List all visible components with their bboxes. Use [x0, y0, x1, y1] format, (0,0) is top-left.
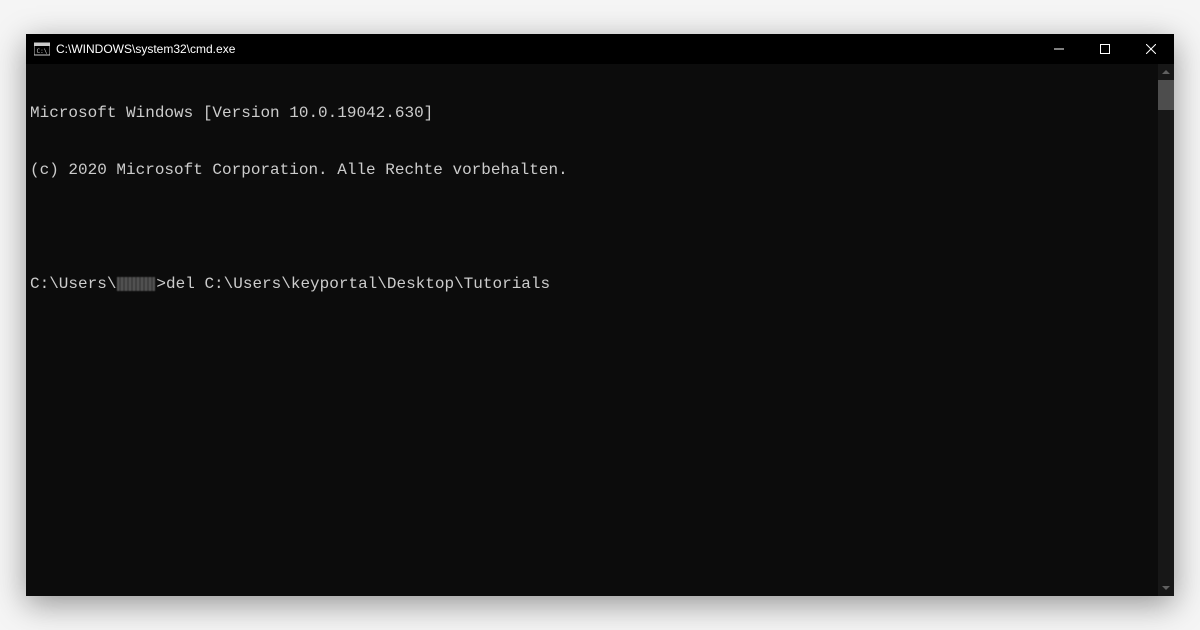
- prompt-suffix: >: [156, 275, 166, 293]
- scroll-track[interactable]: [1158, 80, 1174, 580]
- cmd-window: C:\ C:\WINDOWS\system32\cmd.exe Microsof…: [26, 34, 1174, 596]
- version-line: Microsoft Windows [Version 10.0.19042.63…: [30, 104, 1170, 123]
- blank-line: [30, 218, 1170, 237]
- prompt-prefix: C:\Users\: [30, 275, 116, 293]
- copyright-line: (c) 2020 Microsoft Corporation. Alle Rec…: [30, 161, 1170, 180]
- redacted-username: [117, 277, 155, 291]
- prompt-line: C:\Users\ >del C:\Users\keyportal\Desktop…: [30, 275, 1170, 294]
- vertical-scrollbar[interactable]: [1158, 64, 1174, 596]
- close-button[interactable]: [1128, 34, 1174, 64]
- command-text: del C:\Users\keyportal\Desktop\Tutorials: [166, 275, 550, 293]
- minimize-button[interactable]: [1036, 34, 1082, 64]
- window-controls: [1036, 34, 1174, 64]
- scroll-down-arrow[interactable]: [1158, 580, 1174, 596]
- terminal-body[interactable]: Microsoft Windows [Version 10.0.19042.63…: [26, 64, 1174, 596]
- scroll-up-arrow[interactable]: [1158, 64, 1174, 80]
- terminal-content: Microsoft Windows [Version 10.0.19042.63…: [26, 64, 1174, 334]
- svg-text:C:\: C:\: [37, 48, 48, 55]
- window-title: C:\WINDOWS\system32\cmd.exe: [56, 42, 235, 56]
- scroll-thumb[interactable]: [1158, 80, 1174, 110]
- cmd-icon: C:\: [34, 41, 50, 57]
- titlebar[interactable]: C:\ C:\WINDOWS\system32\cmd.exe: [26, 34, 1174, 64]
- maximize-button[interactable]: [1082, 34, 1128, 64]
